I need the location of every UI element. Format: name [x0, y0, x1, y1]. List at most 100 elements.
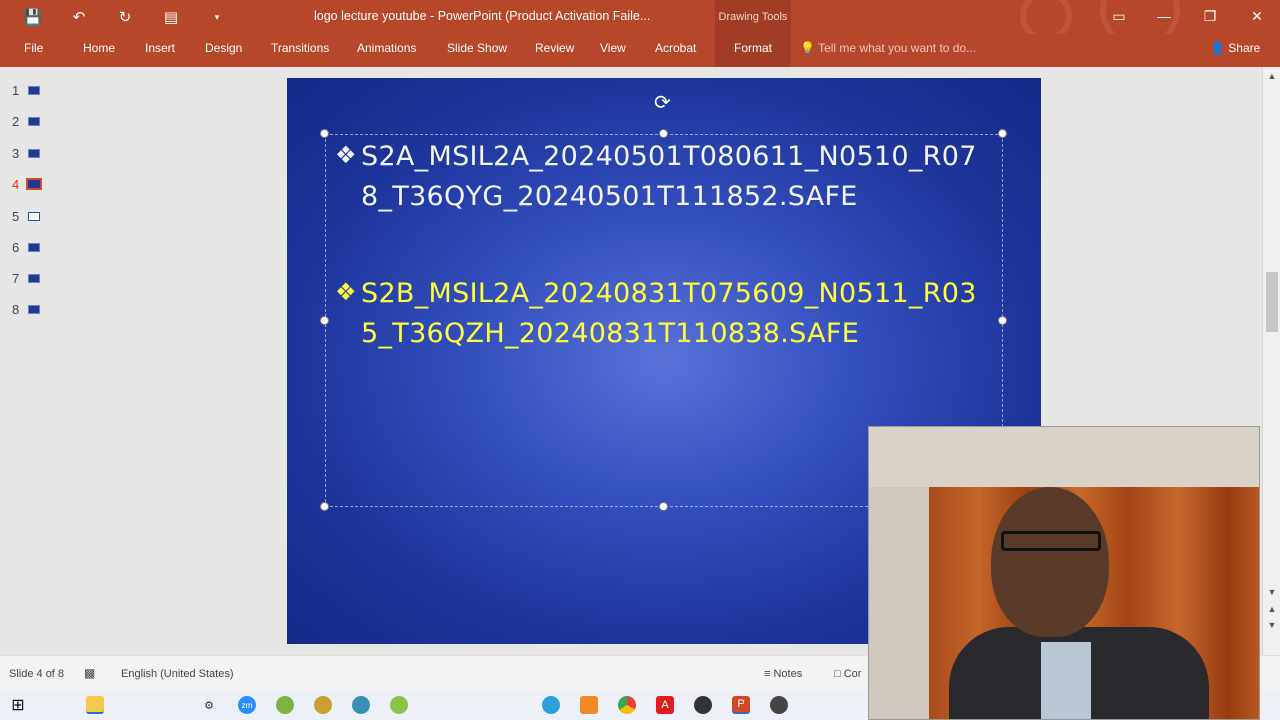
share-button[interactable]: 👤 Share	[1210, 41, 1260, 55]
spelling-check-icon[interactable]: ▩	[84, 666, 95, 680]
thumbnail-4[interactable]: 4	[0, 177, 64, 197]
powerpoint-icon[interactable]: P	[732, 696, 750, 714]
resize-handle[interactable]	[320, 316, 329, 325]
scroll-up-icon[interactable]: ▲	[1263, 71, 1280, 81]
webcam-overlay	[868, 426, 1260, 720]
quick-access-toolbar: 💾 ↶ ↻ ▤ ▾	[10, 6, 240, 28]
restore-icon[interactable]: ❐	[1187, 0, 1233, 32]
obs-icon[interactable]	[694, 696, 712, 714]
contextual-tab-group: Drawing Tools	[715, 0, 791, 34]
tab-insert[interactable]: Insert	[145, 34, 175, 67]
close-icon[interactable]: ✕	[1234, 0, 1280, 32]
tab-transitions[interactable]: Transitions	[271, 34, 329, 67]
tell-me-search[interactable]: 💡 Tell me what you want to do...	[800, 41, 976, 55]
ribbon-tabs: File Home Insert Design Transitions Anim…	[0, 34, 1280, 67]
rotate-handle-icon[interactable]: ⟳	[654, 90, 671, 115]
presenter-glasses	[1001, 531, 1101, 551]
resize-handle[interactable]	[998, 316, 1007, 325]
thumbnail-image	[28, 149, 40, 158]
tab-slide-show[interactable]: Slide Show	[447, 34, 507, 67]
tab-file[interactable]: File	[24, 34, 43, 67]
app-icon[interactable]	[276, 696, 294, 714]
customize-icon[interactable]: ▾	[194, 6, 240, 28]
thumbnail-number: 8	[12, 302, 20, 317]
comments-label: Cor	[843, 668, 862, 680]
app-icon-6[interactable]	[770, 696, 788, 714]
present-icon[interactable]: ▤	[148, 6, 194, 28]
ribbon-display-icon[interactable]: ▭	[1096, 0, 1142, 32]
resize-handle[interactable]	[659, 129, 668, 138]
chrome-icon[interactable]	[618, 696, 636, 714]
app-icon-3[interactable]	[352, 696, 370, 714]
slide-thumbnails-pane: 1 2 3 4 5 6 7 8	[0, 67, 64, 655]
tell-me-text: Tell me what you want to do...	[818, 41, 977, 55]
resize-handle[interactable]	[320, 129, 329, 138]
app-icon-2[interactable]	[314, 696, 332, 714]
bullet-2-line-1[interactable]: S2B_MSIL2A_20240831T075609_N0511_R03	[361, 278, 977, 309]
share-label: Share	[1228, 41, 1261, 55]
comments-button[interactable]: □ Cor	[834, 668, 861, 680]
windows-start-icon[interactable]: ⊞	[9, 696, 27, 714]
language-indicator[interactable]: English (United States)	[121, 668, 234, 680]
next-slide-icon[interactable]: ▼	[1263, 620, 1280, 630]
thumbnail-number: 6	[12, 240, 20, 255]
tab-animations[interactable]: Animations	[357, 34, 416, 67]
vertical-scrollbar[interactable]: ▲ ▼ ▲ ▼	[1262, 67, 1280, 655]
edge-icon[interactable]	[542, 696, 560, 714]
thumbnail-5[interactable]: 5	[0, 209, 64, 229]
window-title: logo lecture youtube - PowerPoint (Produ…	[314, 9, 651, 23]
minimize-icon[interactable]: —	[1141, 0, 1187, 32]
bullet-1-line-2[interactable]: 8_T36QYG_20240501T111852.SAFE	[361, 181, 858, 212]
acrobat-icon[interactable]: A	[656, 696, 674, 714]
tab-design[interactable]: Design	[205, 34, 242, 67]
webcam-wall	[869, 427, 1259, 487]
thumbnail-number: 2	[12, 114, 20, 129]
comments-icon: □	[834, 668, 841, 680]
scrollbar-thumb[interactable]	[1266, 272, 1278, 332]
redo-icon[interactable]: ↻	[102, 6, 148, 28]
zoom-icon[interactable]: zm	[238, 696, 256, 714]
thumbnail-image	[26, 178, 42, 190]
title-bar: 💾 ↶ ↻ ▤ ▾ logo lecture youtube - PowerPo…	[0, 0, 1280, 50]
app-icon-4[interactable]	[390, 696, 408, 714]
tab-home[interactable]: Home	[83, 34, 115, 67]
scroll-down-icon[interactable]: ▼	[1263, 587, 1280, 597]
tab-format[interactable]: Format	[715, 34, 791, 67]
thumbnail-image	[28, 212, 40, 221]
presenter-shirt	[1041, 642, 1091, 719]
thumbnail-6[interactable]: 6	[0, 240, 64, 260]
bullet-2-line-2[interactable]: 5_T36QZH_20240831T110838.SAFE	[361, 318, 859, 349]
thumbnail-number: 7	[12, 271, 20, 286]
resize-handle[interactable]	[659, 502, 668, 511]
undo-icon[interactable]: ↶	[56, 6, 102, 28]
bullet-diamond-icon: ❖	[335, 279, 357, 306]
resize-handle[interactable]	[320, 502, 329, 511]
thumbnail-number: 1	[12, 83, 20, 98]
thumbnail-number: 5	[12, 209, 20, 224]
thumbnail-image	[28, 243, 40, 252]
file-explorer-icon[interactable]	[86, 696, 104, 714]
presenter-head	[991, 487, 1109, 637]
thumbnail-number: 3	[12, 146, 20, 161]
bullet-1-line-1[interactable]: S2A_MSIL2A_20240501T080611_N0510_R07	[361, 141, 977, 172]
thumbnail-image	[28, 274, 40, 283]
thumbnail-image	[28, 305, 40, 314]
tab-review[interactable]: Review	[535, 34, 574, 67]
resize-handle[interactable]	[998, 129, 1007, 138]
thumbnail-number: 4	[12, 177, 20, 192]
thumbnail-2[interactable]: 2	[0, 114, 64, 134]
thumbnail-image	[28, 86, 40, 95]
save-icon[interactable]: 💾	[10, 6, 56, 28]
thumbnail-7[interactable]: 7	[0, 271, 64, 291]
lightbulb-icon: 💡	[800, 41, 815, 55]
thumbnail-8[interactable]: 8	[0, 302, 64, 322]
settings-icon[interactable]: ⚙	[200, 696, 218, 714]
notes-button[interactable]: ≡ Notes	[764, 668, 802, 680]
app-icon-5[interactable]	[580, 696, 598, 714]
thumbnail-1[interactable]: 1	[0, 83, 64, 103]
person-icon: 👤	[1210, 41, 1225, 55]
thumbnail-3[interactable]: 3	[0, 146, 64, 166]
previous-slide-icon[interactable]: ▲	[1263, 604, 1280, 614]
tab-acrobat[interactable]: Acrobat	[655, 34, 696, 67]
tab-view[interactable]: View	[600, 34, 626, 67]
